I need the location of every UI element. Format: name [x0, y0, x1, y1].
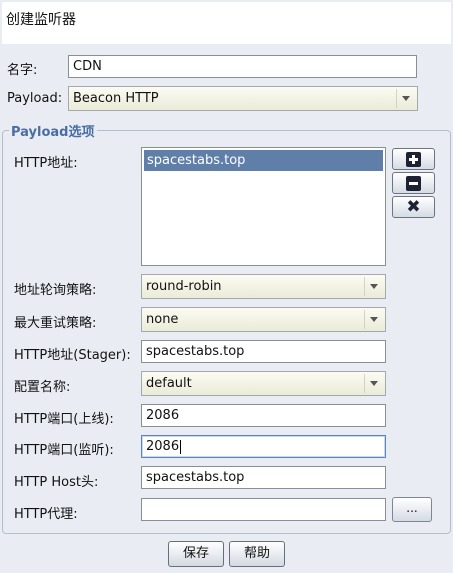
retry-select[interactable]: none: [141, 307, 386, 332]
stager-host-input[interactable]: spacestabs.top: [141, 340, 386, 363]
profile-select[interactable]: default: [141, 371, 386, 396]
name-input[interactable]: CDN: [68, 55, 417, 78]
minus-icon: [406, 175, 421, 191]
clear-hosts-button[interactable]: ✖: [392, 196, 435, 218]
plus-icon: [406, 151, 421, 167]
dialog-header: 创建监听器: [2, 2, 451, 44]
name-label: 名字:: [7, 63, 38, 78]
port-bind-value: 2086: [146, 439, 180, 454]
rotate-label: 地址轮询策略:: [14, 283, 97, 298]
hosts-label: HTTP地址:: [14, 156, 78, 171]
payload-select[interactable]: Beacon HTTP: [68, 86, 418, 111]
save-button[interactable]: 保存: [168, 541, 224, 567]
port-c2-label: HTTP端口(上线):: [14, 412, 114, 427]
chevron-down-icon[interactable]: [364, 374, 383, 393]
rotate-select[interactable]: round-robin: [141, 274, 386, 299]
proxy-label: HTTP代理:: [14, 507, 78, 522]
chevron-down-icon[interactable]: [364, 310, 383, 329]
hosts-list[interactable]: spacestabs.top: [141, 147, 386, 266]
add-host-button[interactable]: [392, 148, 435, 170]
help-button[interactable]: 帮助: [229, 541, 285, 567]
port-bind-label: HTTP端口(监听):: [14, 443, 114, 458]
host-header-input[interactable]: spacestabs.top: [141, 466, 386, 489]
stager-host-label: HTTP地址(Stager):: [14, 348, 131, 363]
port-c2-input[interactable]: 2086: [141, 404, 386, 427]
rotate-select-value: round-robin: [146, 279, 222, 294]
retry-label: 最大重试策略:: [14, 316, 97, 331]
retry-select-value: none: [146, 312, 179, 327]
remove-host-button[interactable]: [392, 172, 435, 194]
payload-select-value: Beacon HTTP: [73, 91, 159, 106]
list-item[interactable]: spacestabs.top: [144, 150, 383, 171]
profile-label: 配置名称:: [14, 380, 71, 395]
profile-select-value: default: [146, 376, 192, 391]
payload-label: Payload:: [7, 91, 63, 106]
proxy-config-button[interactable]: ...: [392, 497, 432, 522]
payload-options-title: Payload选项: [9, 121, 97, 140]
dialog-title: 创建监听器: [6, 12, 76, 28]
proxy-input[interactable]: [141, 498, 386, 521]
chevron-down-icon[interactable]: [364, 277, 383, 296]
port-bind-input[interactable]: 2086: [141, 435, 386, 458]
text-caret: [180, 439, 182, 454]
chevron-down-icon[interactable]: [396, 89, 415, 108]
x-icon: ✖: [406, 196, 421, 217]
host-header-label: HTTP Host头:: [14, 475, 99, 490]
